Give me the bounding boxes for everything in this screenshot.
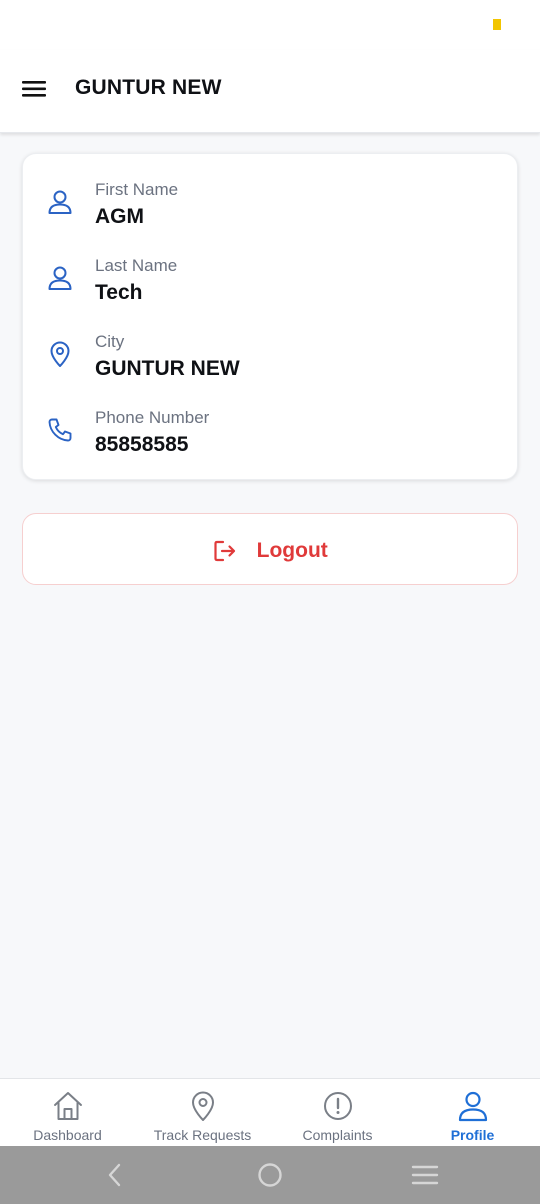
user-icon (48, 266, 72, 290)
field-value: 85858585 (95, 433, 189, 456)
profile-card: First Name AGM Last Name Tech City GUNTU… (22, 153, 518, 480)
nav-item-track-requests[interactable]: Track Requests (135, 1079, 270, 1147)
status-indicator (493, 19, 501, 30)
hamburger-menu-icon (22, 81, 46, 97)
status-bar (0, 0, 540, 50)
last-name-field: Last Name Tech (23, 230, 517, 304)
field-value: GUNTUR NEW (95, 357, 240, 380)
location-pin-icon (191, 1091, 214, 1121)
logout-content: Logout (23, 538, 517, 564)
nav-label: Profile (450, 1127, 495, 1143)
city-field: City GUNTUR NEW (23, 306, 517, 380)
menu-button[interactable] (20, 76, 50, 102)
app-header: GUNTUR NEW (0, 50, 540, 133)
system-home-button[interactable] (255, 1161, 285, 1189)
bottom-nav: Dashboard Track Requests Complaints Prof… (0, 1078, 540, 1147)
field-label: Phone Number (95, 408, 210, 427)
nav-label: Dashboard (33, 1127, 102, 1143)
field-label: City (95, 332, 125, 351)
user-icon (458, 1091, 487, 1122)
nav-label: Complaints (302, 1127, 373, 1143)
first-name-field: First Name AGM (23, 154, 517, 228)
logout-label: Logout (256, 539, 328, 562)
nav-item-complaints[interactable]: Complaints (270, 1079, 405, 1147)
home-circle-icon (258, 1163, 282, 1187)
back-icon (108, 1163, 121, 1187)
field-value: AGM (95, 205, 144, 228)
location-pin-icon (50, 341, 70, 367)
page-title: GUNTUR NEW (75, 76, 222, 99)
system-back-button[interactable] (100, 1161, 130, 1189)
field-label: First Name (95, 180, 179, 199)
system-recents-button[interactable] (410, 1161, 440, 1189)
user-icon (48, 190, 72, 214)
nav-label: Track Requests (153, 1127, 252, 1143)
logout-icon (214, 540, 236, 562)
alert-circle-icon (323, 1092, 352, 1120)
nav-item-dashboard[interactable]: Dashboard (0, 1079, 135, 1147)
field-label: Last Name (95, 256, 178, 275)
system-nav-bar (0, 1146, 540, 1204)
recents-icon (411, 1165, 439, 1185)
phone-icon (48, 418, 72, 442)
logout-button[interactable]: Logout (22, 513, 518, 585)
field-value: Tech (95, 281, 143, 304)
home-icon (53, 1092, 82, 1120)
nav-item-profile[interactable]: Profile (405, 1079, 540, 1147)
phone-number-field: Phone Number 85858585 (23, 382, 517, 456)
